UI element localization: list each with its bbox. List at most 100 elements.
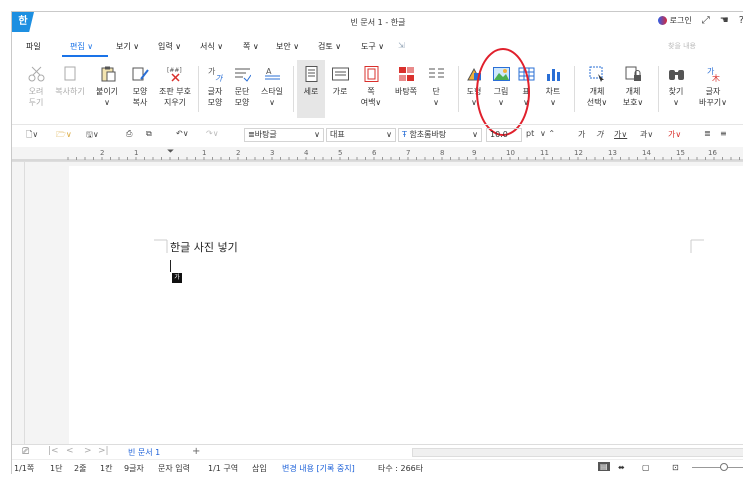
replace-button[interactable]: 가木 글자 바꾸기∨ bbox=[695, 60, 731, 118]
portrait-page-icon bbox=[305, 66, 317, 82]
login-button[interactable]: 로그인 bbox=[657, 15, 692, 26]
first-tab-icon[interactable]: |< bbox=[48, 446, 59, 456]
last-tab-icon[interactable]: >| bbox=[98, 446, 109, 456]
open-folder-icon[interactable]: 🗁∨ bbox=[56, 129, 72, 143]
status-track-changes[interactable]: 변경 내용 [기록 중지] bbox=[282, 463, 355, 474]
horizontal-scrollbar[interactable] bbox=[412, 448, 743, 457]
find-button[interactable]: 찾기 ∨ bbox=[663, 60, 689, 118]
menu-view[interactable]: 보기 ∨ bbox=[116, 41, 139, 52]
landscape-button[interactable]: 가로 bbox=[326, 60, 354, 118]
align-left-icon[interactable]: ≣ bbox=[704, 129, 711, 138]
portrait-button[interactable]: 세로 bbox=[297, 60, 325, 118]
menu-security[interactable]: 보안 ∨ bbox=[276, 41, 299, 52]
title-bar: 한 빈 문서 1 - 한글 로그인 ⤢ ☚ ? bbox=[12, 12, 743, 34]
language-select[interactable]: 대표 ∨ bbox=[326, 128, 396, 142]
align-justify-icon[interactable]: ≡ bbox=[720, 129, 727, 138]
ruler-number: 4 bbox=[304, 149, 309, 157]
clear-format-button[interactable]: [##] 조판 부호 지우기 bbox=[155, 60, 195, 118]
menu-format[interactable]: 서식 ∨ bbox=[200, 41, 223, 52]
chart-dropdown-icon[interactable]: ∨ bbox=[550, 98, 556, 107]
paste-label: 붙이기 bbox=[95, 87, 119, 96]
ruler-number: 2 bbox=[100, 149, 105, 157]
columns-button[interactable]: 단 ∨ bbox=[424, 60, 448, 118]
copy-label: 복사하기 bbox=[55, 87, 85, 96]
style-button[interactable]: A 스타일 ∨ bbox=[256, 60, 288, 118]
object-protect-label-2[interactable]: 보호∨ bbox=[623, 98, 644, 107]
lock-object-icon bbox=[625, 66, 641, 81]
page-view-icon[interactable]: ▢ bbox=[642, 463, 650, 472]
ruler-number: 1 bbox=[202, 149, 207, 157]
paste-button[interactable]: 붙이기 ∨ bbox=[90, 60, 124, 118]
paste-dropdown-icon[interactable]: ∨ bbox=[104, 98, 110, 107]
status-section: 1/1 구역 bbox=[208, 464, 239, 473]
search-input[interactable]: 찾을 내용 bbox=[668, 41, 696, 51]
font-select[interactable]: Ŧ 함초롬바탕 ∨ bbox=[398, 128, 482, 142]
menu-page[interactable]: 쪽 ∨ bbox=[243, 41, 259, 52]
shape-copy-button[interactable]: 모양 복사 bbox=[124, 60, 156, 118]
print-icon[interactable]: ⎙ bbox=[126, 129, 132, 139]
text-cursor bbox=[170, 260, 171, 272]
menu-tools[interactable]: 도구 ∨ bbox=[361, 41, 384, 52]
question-icon[interactable]: ? bbox=[739, 15, 743, 26]
login-label: 로그인 bbox=[669, 16, 692, 25]
preview-icon[interactable]: ⧉ bbox=[146, 129, 152, 139]
zoom-slider-handle[interactable] bbox=[720, 463, 728, 471]
select-object-icon bbox=[589, 66, 604, 82]
object-protect-button[interactable]: 개체 보호∨ bbox=[618, 60, 648, 118]
cut-label-2: 두기 bbox=[28, 98, 44, 107]
language-select-value: 대표 bbox=[330, 130, 345, 139]
strike-icon[interactable]: 과∨ bbox=[640, 129, 653, 140]
char-shape-button[interactable]: 가가 글자 모양 bbox=[202, 60, 228, 118]
menu-insert[interactable]: 입력 ∨ bbox=[158, 41, 181, 52]
background-page-button[interactable]: 바탕쪽 bbox=[390, 60, 422, 118]
para-shape-button[interactable]: 문단 모양 bbox=[229, 60, 255, 118]
clear-label-2: 지우기 bbox=[163, 98, 187, 107]
style-select[interactable]: ≣바탕글 ∨ bbox=[244, 128, 324, 142]
status-insert[interactable]: 삽입 bbox=[252, 463, 267, 474]
indent-marker-icon[interactable]: ⏷ bbox=[167, 147, 174, 157]
add-tab-button[interactable]: + bbox=[192, 446, 200, 457]
clipboard-icon bbox=[101, 66, 115, 82]
replace-label-2[interactable]: 바꾸기∨ bbox=[699, 98, 727, 107]
zoom-fit-icon[interactable]: ⊡ bbox=[672, 463, 679, 472]
undo-icon[interactable]: ↶∨ bbox=[176, 129, 189, 138]
new-doc-icon[interactable]: 🗋∨ bbox=[26, 129, 38, 143]
unit-dropdown-icon[interactable]: ∨ ⌃ bbox=[540, 129, 555, 138]
next-tab-icon[interactable]: > bbox=[84, 446, 92, 456]
find-dropdown-icon[interactable]: ∨ bbox=[673, 98, 679, 107]
normal-view-icon[interactable]: ▤ bbox=[598, 462, 610, 471]
document-text[interactable]: 한글 사진 넣기 bbox=[170, 239, 238, 255]
margins-label-2[interactable]: 여백∨ bbox=[361, 98, 382, 107]
redo-icon[interactable]: ↷∨ bbox=[206, 129, 219, 138]
tab-list-icon[interactable]: ⎚ bbox=[22, 447, 29, 457]
object-select-label-2[interactable]: 선택∨ bbox=[587, 98, 608, 107]
bold-icon[interactable]: 가 bbox=[578, 129, 585, 140]
menu-file[interactable]: 파일 bbox=[26, 41, 41, 52]
italic-icon[interactable]: 가 bbox=[596, 129, 603, 140]
underline-icon[interactable]: 가∨ bbox=[614, 129, 627, 140]
menu-edit[interactable]: 편집 ∨ bbox=[70, 41, 93, 52]
object-select-button[interactable]: 개체 선택∨ bbox=[582, 60, 612, 118]
ribbon-separator bbox=[198, 66, 199, 112]
save-icon[interactable]: 🖫∨ bbox=[86, 129, 99, 143]
status-char: 1칸 bbox=[100, 464, 113, 473]
font-color-icon[interactable]: 가∨ bbox=[668, 129, 681, 140]
columns-dropdown-icon[interactable]: ∨ bbox=[433, 98, 439, 107]
find-label: 찾기 bbox=[668, 87, 684, 96]
zoom-slider[interactable] bbox=[692, 467, 743, 468]
ribbon-toolbar: 오려 두기 복사하기 붙이기 ∨ 모양 복사 [##] 조판 부호 지우기 가가 … bbox=[12, 60, 743, 122]
extra-menu-icon[interactable]: ⇲ bbox=[398, 41, 405, 50]
document-page[interactable] bbox=[69, 166, 743, 456]
margins-button[interactable]: 쪽 여백∨ bbox=[356, 60, 386, 118]
copy-button[interactable]: 복사하기 bbox=[50, 60, 90, 118]
style-dropdown-icon[interactable]: ∨ bbox=[269, 98, 275, 107]
prev-tab-icon[interactable]: < bbox=[66, 446, 74, 456]
width-view-icon[interactable]: ⬌ bbox=[618, 463, 625, 472]
font-size-input[interactable]: 10.0 bbox=[486, 128, 522, 142]
hand-icon[interactable]: ☚ bbox=[720, 15, 729, 26]
expand-icon[interactable]: ⤢ bbox=[702, 15, 710, 26]
background-label: 바탕쪽 bbox=[394, 87, 418, 96]
menu-review[interactable]: 검토 ∨ bbox=[318, 41, 341, 52]
style-icon: A bbox=[264, 67, 280, 80]
chart-button[interactable]: 차트 ∨ bbox=[540, 60, 566, 118]
